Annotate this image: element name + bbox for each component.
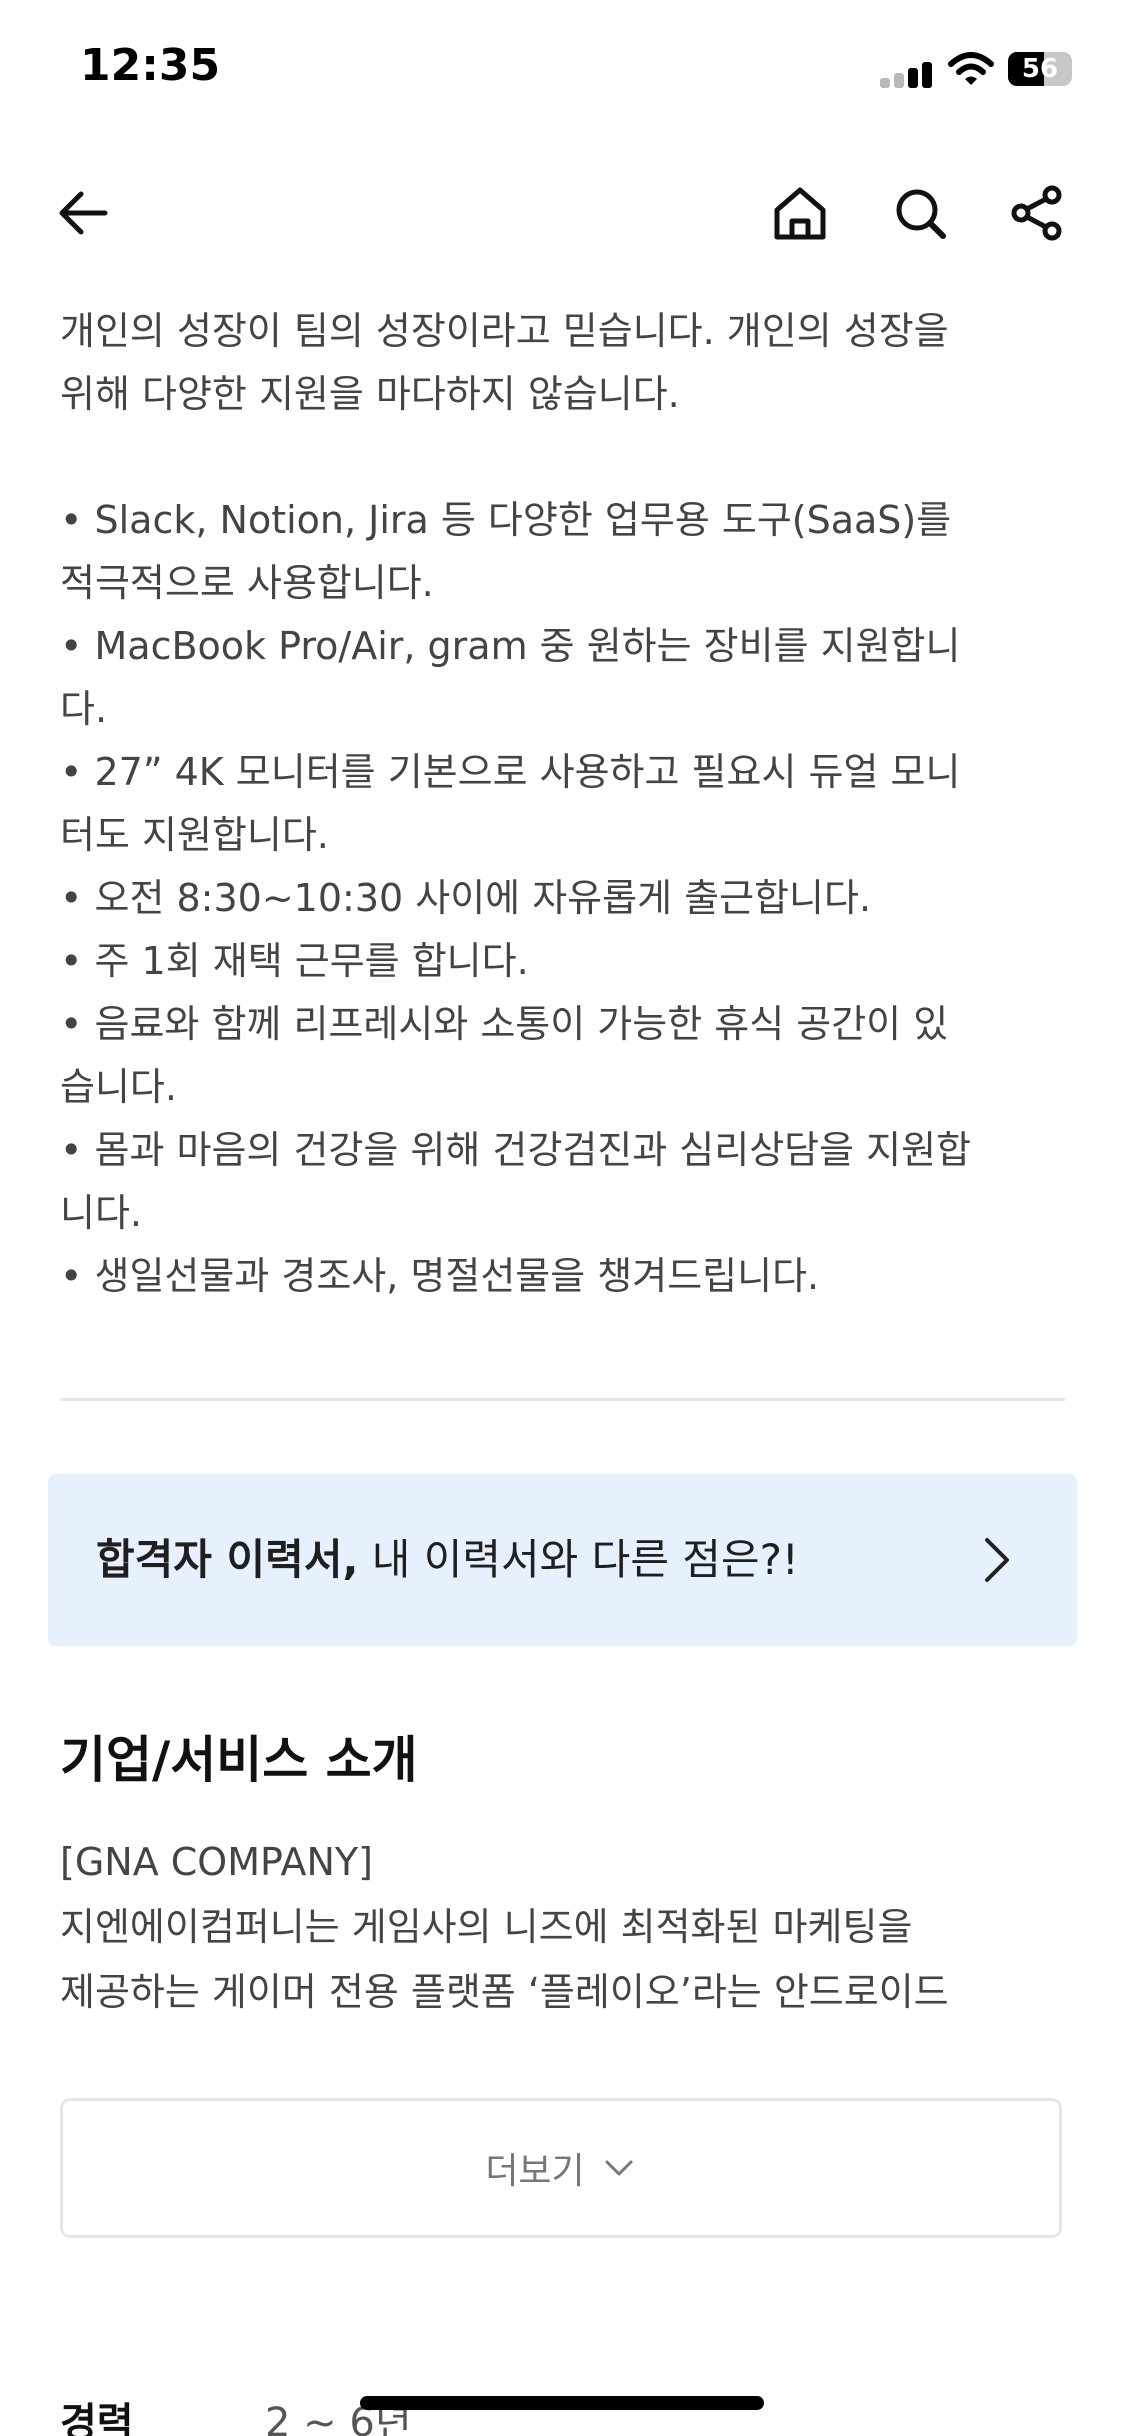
top-navigation — [0, 170, 1125, 260]
benefit-item: 생일선물과 경조사, 명절선물을 챙겨드립니다. — [60, 1245, 1070, 1308]
benefit-item: 몸과 마음의 건강을 위해 건강검진과 심리상담을 지원합 니다. — [60, 1119, 1070, 1245]
wifi-icon — [948, 52, 994, 85]
search-icon — [896, 189, 946, 239]
cellular-signal-icon — [880, 62, 934, 88]
status-time: 12:35 — [80, 40, 221, 91]
company-line: 지엔에이컴퍼니는 게임사의 니즈에 최적화된 마케팅을 — [60, 1905, 913, 1949]
section-divider — [60, 1398, 1065, 1401]
banner-text-rest: 내 이력서와 다른 점은?! — [358, 1535, 799, 1584]
experience-row: 경력 2 ~ 6년 — [60, 2384, 1070, 2436]
job-detail-page: 12:35 56 개인의 성장이 팀의 성장이라고 믿습니다. 개인의 성장을 … — [0, 0, 1125, 2436]
share-icon — [1011, 185, 1062, 241]
home-icon — [774, 187, 826, 240]
benefit-item: 음료와 함께 리프레시와 소통이 가능한 휴식 공간이 있 습니다. — [60, 993, 1070, 1119]
company-line: [GNA COMPANY] — [60, 1840, 373, 1884]
benefits-list: Slack, Notion, Jira 등 다양한 업무용 도구(SaaS)를 … — [60, 489, 1070, 1308]
company-description: [GNA COMPANY] 지엔에이컴퍼니는 게임사의 니즈에 최적화된 마케팅… — [60, 1830, 1070, 2025]
status-bar: 12:35 56 — [0, 0, 1125, 140]
benefit-item: Slack, Notion, Jira 등 다양한 업무용 도구(SaaS)를 … — [60, 489, 1070, 615]
banner-text-bold: 합격자 이력서, — [96, 1535, 359, 1584]
show-more-label: 더보기 — [485, 2151, 585, 2192]
experience-label: 경력 — [60, 2400, 134, 2436]
battery-percentage: 56 — [1021, 54, 1059, 84]
chevron-right-icon — [985, 1538, 1009, 1582]
home-indicator[interactable] — [360, 2396, 764, 2410]
search-button[interactable] — [885, 178, 955, 248]
benefit-item: 주 1회 재택 근무를 합니다. — [60, 930, 1070, 993]
resume-promo-banner[interactable]: 합격자 이력서, 내 이력서와 다른 점은?! — [48, 1474, 1077, 1646]
battery-icon: 56 — [1008, 52, 1072, 86]
home-button[interactable] — [765, 178, 835, 248]
benefits-content: 개인의 성장이 팀의 성장이라고 믿습니다. 개인의 성장을 위해 다양한 지원… — [60, 300, 1070, 1308]
back-button[interactable] — [48, 178, 118, 248]
arrow-left-icon — [59, 191, 108, 235]
share-button[interactable] — [1002, 178, 1072, 248]
company-line: 제공하는 게이머 전용 플랫폼 ‘플레이오’라는 안드로이드 — [60, 1970, 949, 2014]
intro-paragraph: 개인의 성장이 팀의 성장이라고 믿습니다. 개인의 성장을 위해 다양한 지원… — [60, 309, 949, 416]
company-section-title: 기업/서비스 소개 — [60, 1731, 418, 1789]
chevron-down-icon — [605, 2160, 633, 2176]
benefit-item: 27” 4K 모니터를 기본으로 사용하고 필요시 듀얼 모니 터도 지원합니다… — [60, 741, 1070, 867]
banner-text: 합격자 이력서, 내 이력서와 다른 점은?! — [96, 1474, 799, 1646]
show-more-button[interactable]: 더보기 — [60, 2098, 1062, 2238]
benefit-item: 오전 8:30~10:30 사이에 자유롭게 출근합니다. — [60, 867, 1070, 930]
benefit-item: MacBook Pro/Air, gram 중 원하는 장비를 지원합니 다. — [60, 615, 1070, 741]
